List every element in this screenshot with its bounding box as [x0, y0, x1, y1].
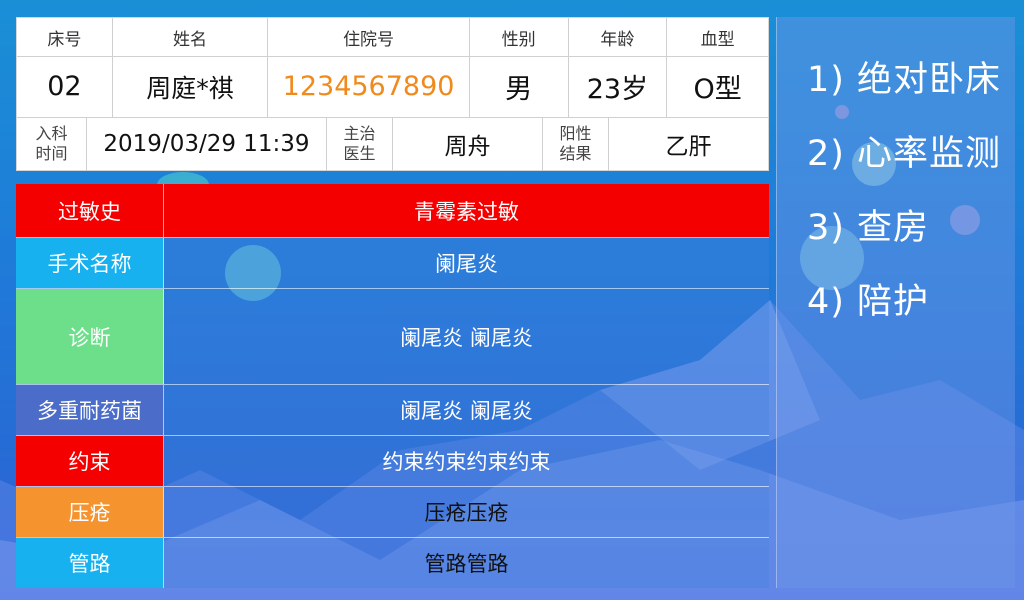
diagnosis-label: 诊断	[16, 289, 164, 384]
admit-time-label-line1: 入科	[35, 124, 68, 143]
care-item-heart-monitor: 2) 心率监测	[807, 134, 1002, 174]
admission-no-header: 住院号	[268, 18, 470, 56]
bed-no-header: 床号	[17, 18, 113, 56]
name-header: 姓名	[113, 18, 269, 56]
patient-info-panel: 床号 姓名 住院号 性别 年龄 血型 02 周庭*祺 1234567890 男 …	[16, 17, 769, 171]
blood-type-header: 血型	[700, 29, 735, 50]
positive-result-value: 乙肝	[665, 134, 712, 160]
pressure-sore-value: 压疮压疮	[164, 487, 769, 537]
admit-time-label-line2: 时间	[35, 144, 68, 163]
table-row: 多重耐药菌 阑尾炎 阑尾炎	[16, 385, 769, 436]
catheter-label: 管路	[16, 538, 164, 588]
mdro-label: 多重耐药菌	[16, 385, 164, 435]
blood-type-value: O型	[693, 74, 742, 105]
gender-header: 性别	[470, 18, 569, 56]
doctor-label-line1: 主治	[343, 124, 376, 143]
age-value: 23岁	[569, 56, 668, 117]
pressure-sore-label: 压疮	[16, 487, 164, 537]
care-instructions-panel: 1) 绝对卧床 2) 心率监测 3) 查房 4) 陪护	[776, 17, 1015, 588]
patient-name-value: 周庭*祺	[113, 56, 269, 117]
info-header-row: 床号 姓名 住院号 性别 年龄 血型	[17, 18, 768, 57]
table-row: 手术名称 阑尾炎	[16, 238, 769, 289]
restraint-value: 约束约束约束约束	[164, 436, 769, 486]
table-row: 诊断 阑尾炎 阑尾炎	[16, 289, 769, 385]
diagnosis-value: 阑尾炎 阑尾炎	[164, 289, 769, 384]
bed-no-value: 02	[17, 56, 113, 117]
admit-time-value: 2019/03/29 11:39	[87, 117, 327, 171]
table-row: 管路 管路管路	[16, 538, 769, 588]
care-item-accompany: 4) 陪护	[807, 282, 930, 322]
doctor-value: 周舟	[393, 117, 543, 171]
table-row: 压疮 压疮压疮	[16, 487, 769, 538]
allergy-value: 青霉素过敏	[164, 184, 769, 237]
admit-time-label: 入科 时间	[17, 117, 87, 171]
table-row: 约束 约束约束约束约束	[16, 436, 769, 487]
catheter-value: 管路管路	[164, 538, 769, 588]
age-header: 年龄	[569, 18, 668, 56]
surgery-label: 手术名称	[16, 238, 164, 288]
info-extra-row: 入科 时间 2019/03/29 11:39 主治 医生 周舟 阳性 结果 乙肝	[17, 117, 768, 171]
positive-label-line1: 阳性	[559, 124, 592, 143]
surgery-value: 阑尾炎	[164, 238, 769, 288]
doctor-label-line2: 医生	[343, 144, 376, 163]
positive-result-label: 阳性 结果	[543, 117, 609, 171]
doctor-label: 主治 医生	[327, 117, 393, 171]
medical-details-table: 过敏史 青霉素过敏 手术名称 阑尾炎 诊断 阑尾炎 阑尾炎 多重耐药菌 阑尾炎 …	[16, 184, 769, 588]
positive-label-line2: 结果	[559, 144, 592, 163]
allergy-label: 过敏史	[16, 184, 164, 237]
info-values-row: 02 周庭*祺 1234567890 男 23岁 O型	[17, 56, 768, 118]
gender-value: 男	[470, 56, 569, 117]
restraint-label: 约束	[16, 436, 164, 486]
care-item-ward-round: 3) 查房	[807, 208, 930, 248]
admission-no-value: 1234567890	[268, 56, 470, 117]
mdro-value: 阑尾炎 阑尾炎	[164, 385, 769, 435]
care-item-bed-rest: 1) 绝对卧床	[807, 60, 1002, 100]
table-row: 过敏史 青霉素过敏	[16, 184, 769, 238]
